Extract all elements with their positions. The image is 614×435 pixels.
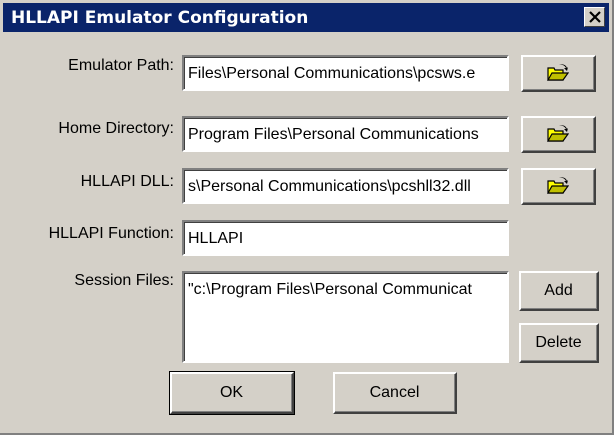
add-button-label: Add <box>521 273 597 309</box>
hllapi-function-value: HLLAPI <box>188 230 244 247</box>
browse-home-directory-button[interactable] <box>521 116 596 153</box>
browse-hllapi-dll-button[interactable] <box>521 168 596 205</box>
delete-button[interactable]: Delete <box>519 323 599 363</box>
open-folder-icon <box>547 125 569 142</box>
emulator-path-label: Emulator Path: <box>68 57 174 74</box>
browse-emulator-path-button[interactable] <box>521 55 596 92</box>
emulator-path-value: Files\Personal Communications\pcsws.e <box>188 65 476 82</box>
home-directory-value: Program Files\Personal Communications <box>188 126 479 143</box>
hllapi-dll-value: s\Personal Communications\pcshll32.dll <box>188 178 471 195</box>
hllapi-function-field[interactable]: HLLAPI <box>182 220 509 256</box>
delete-button-label: Delete <box>521 325 597 361</box>
cancel-button[interactable]: Cancel <box>333 372 457 414</box>
session-files-item[interactable]: "c:\Program Files\Personal Communicat <box>188 281 472 299</box>
close-button[interactable] <box>584 7 605 27</box>
home-directory-field[interactable]: Program Files\Personal Communications <box>182 116 509 152</box>
ok-button-label: OK <box>172 374 292 412</box>
close-icon <box>589 11 601 23</box>
emulator-path-field[interactable]: Files\Personal Communications\pcsws.e <box>182 55 509 91</box>
hllapi-dll-label: HLLAPI DLL: <box>80 173 174 190</box>
home-directory-label: Home Directory: <box>58 120 174 137</box>
open-folder-icon <box>547 177 569 194</box>
add-button[interactable]: Add <box>519 271 599 311</box>
ok-button[interactable]: OK <box>169 371 295 415</box>
hllapi-function-label: HLLAPI Function: <box>48 225 174 242</box>
session-files-list[interactable]: "c:\Program Files\Personal Communicat <box>182 271 509 363</box>
cancel-button-label: Cancel <box>335 374 455 412</box>
hllapi-dll-field[interactable]: s\Personal Communications\pcshll32.dll <box>182 168 509 204</box>
title-bar[interactable]: HLLAPI Emulator Configuration <box>3 3 609 32</box>
hllapi-config-dialog: HLLAPI Emulator Configuration Emulator P… <box>0 0 614 435</box>
window-title: HLLAPI Emulator Configuration <box>11 8 309 28</box>
session-files-label: Session Files: <box>74 272 174 289</box>
open-folder-icon <box>547 64 569 81</box>
